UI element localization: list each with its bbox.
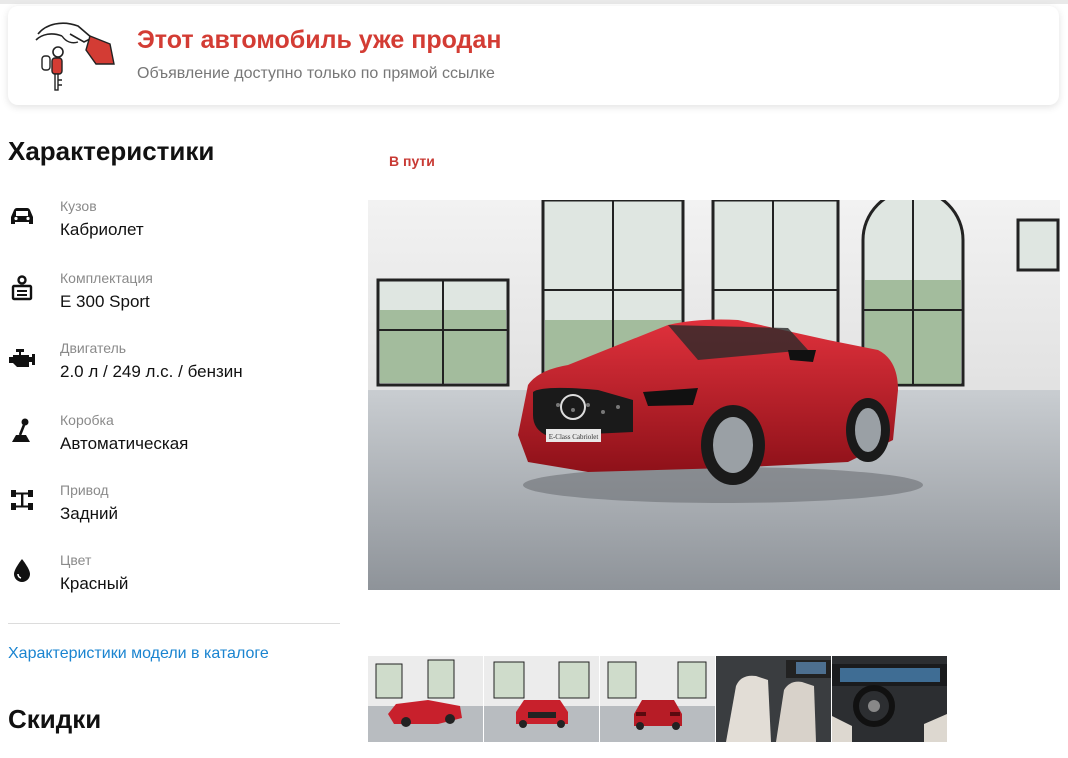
specs-divider bbox=[8, 623, 340, 624]
spec-value: Красный bbox=[60, 574, 129, 593]
spec-value: Автоматическая bbox=[60, 434, 189, 453]
spec-label: Привод bbox=[60, 482, 109, 498]
spec-label: Коробка bbox=[60, 412, 114, 428]
status-badge: В пути bbox=[389, 153, 435, 169]
discounts-heading: Скидки bbox=[8, 704, 102, 734]
spec-label: Кузов bbox=[60, 198, 97, 214]
catalog-link[interactable]: Характеристики модели в каталоге bbox=[8, 645, 269, 663]
spec-drive: Привод Задний bbox=[8, 482, 338, 532]
spec-trim: Комплектация E 300 Sport bbox=[8, 270, 338, 320]
sold-banner: Этот автомобиль уже продан Объявление до… bbox=[8, 6, 1059, 105]
spec-color: Цвет Красный bbox=[8, 552, 338, 602]
car-body-icon bbox=[8, 202, 36, 230]
specs-heading: Характеристики bbox=[8, 136, 215, 166]
license-plate-text: E-Class Cabriolet bbox=[549, 433, 599, 441]
car-keys-icon bbox=[32, 18, 120, 96]
spec-body: Кузов Кабриолет bbox=[8, 198, 338, 248]
engine-icon bbox=[8, 344, 36, 372]
thumbnail-exterior-rear[interactable] bbox=[600, 656, 715, 742]
spec-value: Кабриолет bbox=[60, 220, 144, 239]
gear-stick-icon bbox=[8, 416, 36, 444]
thumbnail-interior-dashboard[interactable] bbox=[832, 656, 947, 742]
spec-engine: Двигатель 2.0 л / 249 л.с. / бензин bbox=[8, 340, 338, 390]
spec-value: E 300 Sport bbox=[60, 292, 150, 311]
trim-badge-icon bbox=[8, 274, 36, 302]
spec-label: Двигатель bbox=[60, 340, 127, 356]
spec-label: Комплектация bbox=[60, 270, 153, 286]
thumbnail-interior-seats[interactable] bbox=[716, 656, 831, 742]
thumbnail-exterior-front[interactable] bbox=[484, 656, 599, 742]
paint-drop-icon bbox=[8, 556, 36, 584]
top-divider bbox=[0, 0, 1068, 4]
thumbnail-exterior-front-side[interactable] bbox=[368, 656, 483, 742]
sold-subtitle: Объявление доступно только по прямой ссы… bbox=[137, 65, 495, 82]
thumbnail-strip bbox=[368, 656, 947, 742]
spec-value: Задний bbox=[60, 504, 119, 523]
spec-gearbox: Коробка Автоматическая bbox=[8, 412, 338, 462]
spec-label: Цвет bbox=[60, 552, 92, 568]
spec-value: 2.0 л / 249 л.с. / бензин bbox=[60, 362, 243, 381]
drivetrain-icon bbox=[8, 486, 36, 514]
sold-title: Этот автомобиль уже продан bbox=[137, 26, 502, 54]
main-car-photo[interactable]: E-Class Cabriolet bbox=[368, 200, 1060, 590]
